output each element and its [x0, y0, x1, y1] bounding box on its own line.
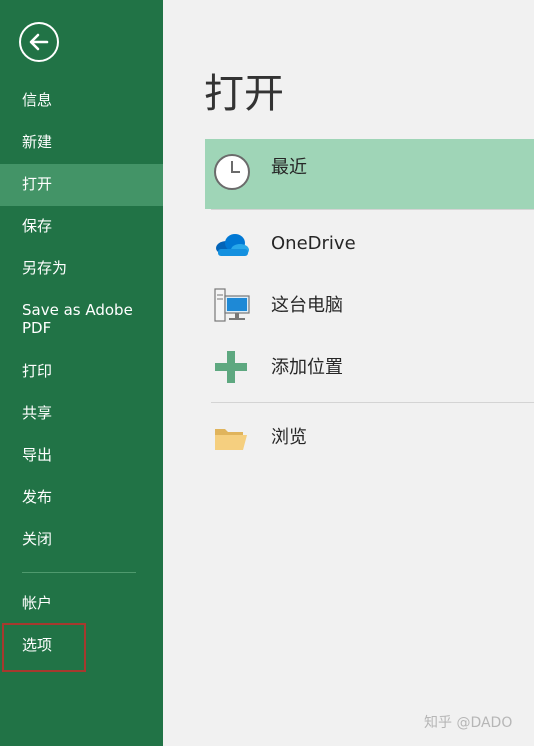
clock-icon	[214, 154, 250, 190]
sidebar-item-label: Save as Adobe PDF	[22, 301, 133, 337]
location-label: 最近	[271, 157, 307, 178]
sidebar-item-account[interactable]: 帐户	[0, 594, 163, 612]
sidebar-item-label: 关闭	[22, 530, 53, 548]
location-divider	[211, 209, 534, 210]
sidebar-item-label: 帐户	[22, 594, 53, 612]
backstage-view: 信息 新建 打开 保存 另存为 Save as Adobe PDF 打印 共享 …	[0, 0, 534, 746]
sidebar-item-close[interactable]: 关闭	[0, 530, 163, 548]
folder-icon	[215, 429, 247, 450]
watermark: 知乎 @DADO	[424, 715, 513, 731]
sidebar: 信息 新建 打开 保存 另存为 Save as Adobe PDF 打印 共享 …	[0, 0, 163, 746]
sidebar-item-info[interactable]: 信息	[0, 91, 163, 109]
location-label: 这台电脑	[271, 295, 343, 316]
sidebar-item-label: 共享	[22, 404, 53, 422]
plus-icon	[215, 351, 247, 383]
sidebar-item-label: 另存为	[22, 259, 68, 277]
location-browse[interactable]: 浏览	[205, 409, 534, 467]
sidebar-item-label: 发布	[22, 488, 53, 506]
page-title: 打开	[204, 71, 284, 117]
sidebar-item-label: 打印	[22, 362, 53, 380]
sidebar-item-label: 保存	[22, 217, 53, 235]
sidebar-item-options[interactable]: 选项	[0, 636, 163, 654]
location-onedrive[interactable]: OneDrive	[205, 215, 534, 273]
location-divider	[211, 402, 534, 403]
sidebar-divider	[22, 572, 136, 573]
location-recent[interactable]: 最近	[205, 139, 534, 209]
sidebar-item-export[interactable]: 导出	[0, 446, 163, 464]
location-label: OneDrive	[271, 233, 356, 254]
sidebar-item-save-as-pdf[interactable]: Save as Adobe PDF	[0, 301, 163, 337]
location-label: 添加位置	[271, 357, 343, 378]
sidebar-item-save-as[interactable]: 另存为	[0, 259, 163, 277]
location-this-pc[interactable]: 这台电脑	[205, 277, 534, 335]
sidebar-item-publish[interactable]: 发布	[0, 488, 163, 506]
sidebar-item-label: 选项	[22, 636, 53, 654]
sidebar-item-new[interactable]: 新建	[0, 133, 163, 151]
sidebar-item-label: 导出	[22, 446, 53, 464]
sidebar-item-share[interactable]: 共享	[0, 404, 163, 422]
cloud-icon	[216, 234, 249, 256]
sidebar-item-label: 信息	[22, 91, 53, 109]
arrow-left-icon	[29, 33, 49, 51]
computer-icon	[214, 288, 250, 322]
sidebar-item-save[interactable]: 保存	[0, 217, 163, 235]
sidebar-item-label: 新建	[22, 133, 53, 151]
location-add-place[interactable]: 添加位置	[205, 339, 534, 397]
location-label: 浏览	[271, 427, 307, 448]
sidebar-item-open[interactable]: 打开	[0, 164, 163, 206]
back-button[interactable]	[19, 22, 59, 62]
sidebar-item-label: 打开	[22, 175, 53, 193]
sidebar-item-print[interactable]: 打印	[0, 362, 163, 380]
